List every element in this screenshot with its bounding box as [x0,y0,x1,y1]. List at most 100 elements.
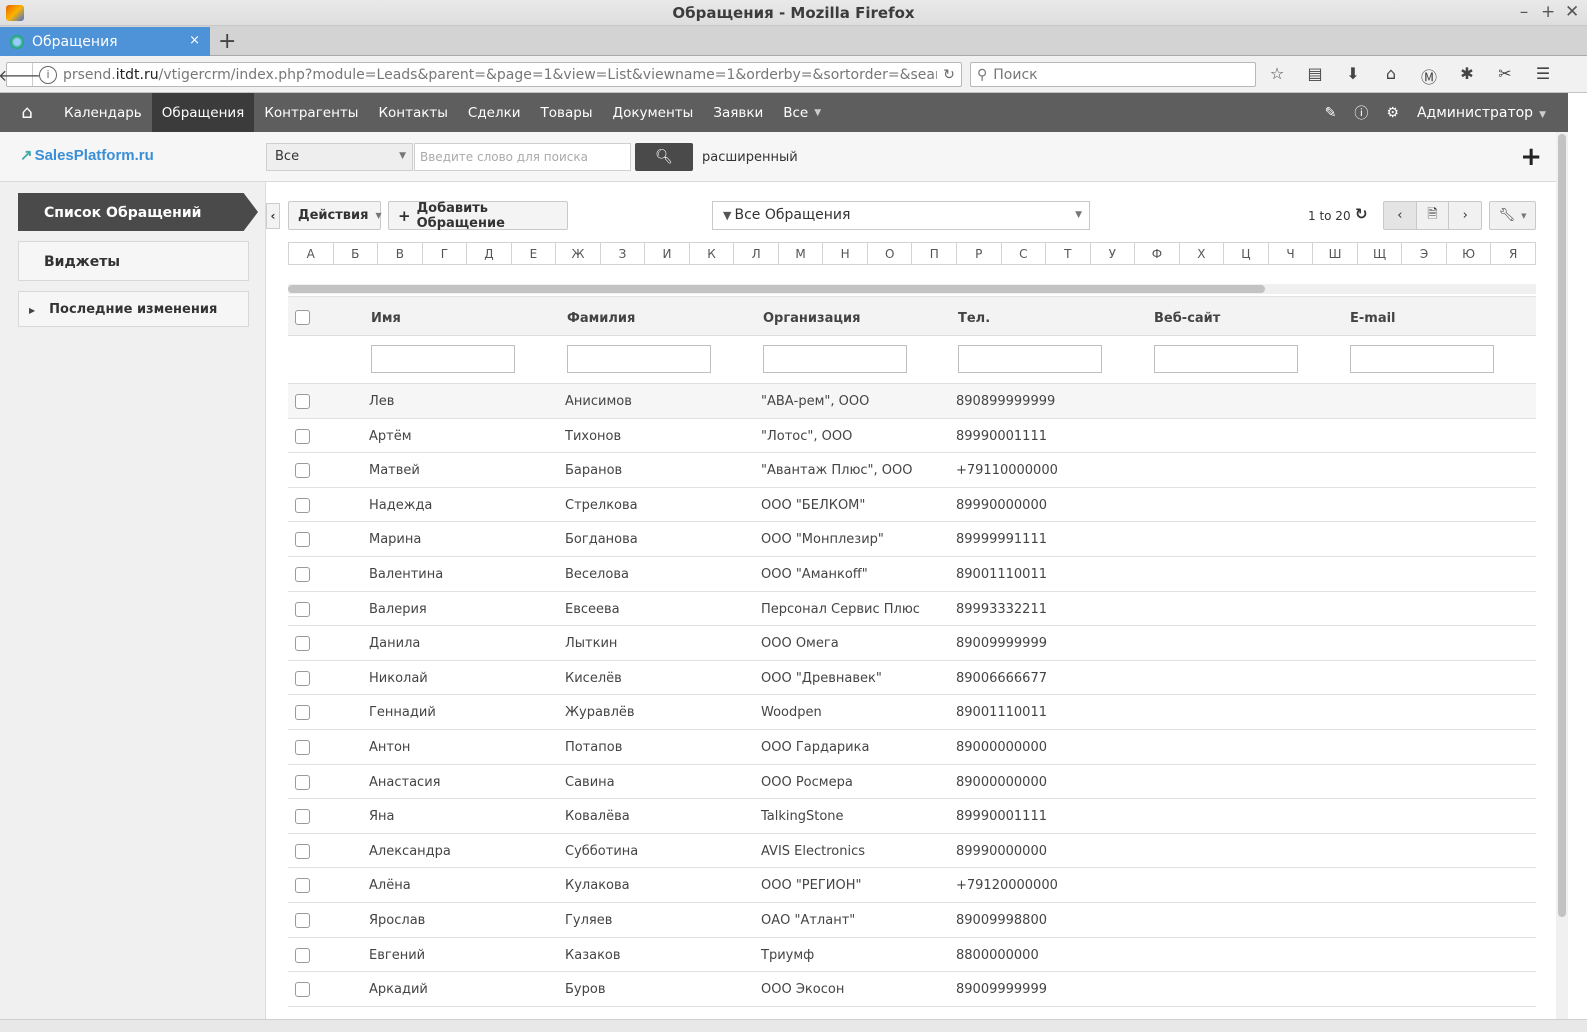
scrollbar-thumb[interactable] [288,285,1265,293]
gear-icon[interactable]: ⚙ [1386,105,1399,121]
table-row[interactable]: Марина Богданова ООО "Монплезир" 8999999111… [288,522,1536,557]
filter-first-name-input[interactable] [371,345,515,373]
alphabet-letter[interactable]: З [601,243,646,264]
row-checkbox[interactable] [295,497,310,513]
row-checkbox[interactable] [295,739,310,755]
cell-first-name[interactable]: Артём [369,429,412,444]
nav-calendar[interactable]: Календарь [54,93,152,132]
cell-first-name[interactable]: Аркадий [369,982,428,997]
hamburger-menu-icon[interactable]: ☰ [1532,64,1554,88]
cell-first-name[interactable]: Валентина [369,567,443,582]
cell-first-name[interactable]: Матвей [369,463,420,478]
cell-first-name[interactable]: Валерия [369,602,427,617]
info-icon[interactable]: i [39,65,57,84]
download-icon[interactable]: ⬇ [1342,64,1364,88]
filter-company-input[interactable] [763,345,907,373]
row-checkbox[interactable] [295,636,310,652]
info-circle-icon[interactable]: ⓘ [1354,103,1368,123]
alphabet-letter[interactable]: Е [512,243,557,264]
table-row[interactable]: Лев Анисимов "АВА-рем", ООО 890899999999 [288,384,1536,419]
table-row[interactable]: Анастасия Савина ООО Росмера 89000000000 [288,765,1536,800]
table-row[interactable]: Данила Лыткин ООО Омега 89009999999 [288,626,1536,661]
home-icon[interactable]: ⌂ [0,93,54,132]
table-row[interactable]: Артём Тихонов "Лотос", ООО 89990001111 [288,419,1536,454]
column-phone[interactable]: Тел. [958,311,990,326]
minimize-button[interactable]: – [1517,2,1531,22]
table-row[interactable]: Ярослав Гуляев ОАО "Атлант" 89009998800 [288,903,1536,938]
alphabet-letter[interactable]: О [868,243,913,264]
alphabet-letter[interactable]: Н [823,243,868,264]
nav-contacts[interactable]: Контакты [368,93,457,132]
row-checkbox[interactable] [295,428,310,444]
back-arrow-icon[interactable]: 🡐 [0,63,41,86]
alphabet-letter[interactable]: П [912,243,957,264]
cell-first-name[interactable]: Анастасия [369,775,440,790]
extension-tool-icon[interactable]: ✂ [1494,64,1516,88]
alphabet-letter[interactable]: М [779,243,824,264]
collapse-sidebar-button[interactable]: ‹ [266,203,280,229]
cell-first-name[interactable]: Геннадий [369,705,436,720]
row-checkbox[interactable] [295,394,310,409]
row-checkbox[interactable] [295,947,310,963]
scrollbar-thumb[interactable] [1558,134,1566,917]
column-company[interactable]: Организация [763,311,860,326]
cell-first-name[interactable]: Ярослав [369,913,425,928]
close-window-button[interactable]: ✕ [1565,2,1579,22]
alphabet-letter[interactable]: Я [1491,243,1535,264]
alphabet-letter[interactable]: Р [957,243,1002,264]
alphabet-letter[interactable]: Г [423,243,468,264]
cell-first-name[interactable]: Антон [369,740,410,755]
home-icon[interactable]: ⌂ [1380,64,1402,88]
row-checkbox[interactable] [295,912,310,928]
add-lead-button[interactable]: + Добавить Обращение [388,201,568,231]
filter-email-input[interactable] [1350,345,1494,373]
alphabet-letter[interactable]: Ю [1447,243,1492,264]
quick-create-plus-icon[interactable]: + [1520,142,1542,172]
filter-phone-input[interactable] [958,345,1102,373]
alphabet-letter[interactable]: Б [334,243,379,264]
reading-list-icon[interactable]: ▤ [1304,64,1326,88]
table-row[interactable]: Валентина Веселова ООО "Аманкоff" 890011100… [288,557,1536,592]
table-row[interactable]: Геннадий Журавлёв Woodpen 89001110011 [288,695,1536,730]
sidebar-item-lead-list[interactable]: Список Обращений [18,193,258,231]
alphabet-letter[interactable]: Т [1046,243,1091,264]
row-checkbox[interactable] [295,982,310,998]
table-row[interactable]: Аркадий Буров ООО Экосон 89009999999 [288,972,1536,1007]
row-checkbox[interactable] [295,809,310,825]
table-row[interactable]: Валерия Евсеева Персонал Сервис Плюс 899933… [288,592,1536,627]
table-row[interactable]: Александра Субботина AVIS Electronics 89990… [288,834,1536,869]
cell-first-name[interactable]: Лев [369,394,394,409]
alphabet-letter[interactable]: У [1091,243,1136,264]
cell-first-name[interactable]: Марина [369,532,421,547]
settings-wrench-button[interactable]: 🔧︎ ▼ [1489,201,1536,230]
maximize-button[interactable]: + [1541,2,1555,22]
prev-page-button[interactable]: ‹ [1384,202,1417,229]
filter-website-input[interactable] [1154,345,1298,373]
nav-deals[interactable]: Сделки [458,93,531,132]
browser-tab[interactable]: Обращения × [0,27,210,56]
alphabet-letter[interactable]: Ц [1224,243,1269,264]
select-all-checkbox[interactable] [295,310,310,325]
alphabet-letter[interactable]: Э [1402,243,1447,264]
table-row[interactable]: Яна Ковалёва TalkingStone 89990001111 [288,799,1536,834]
vertical-scrollbar[interactable] [1556,132,1568,1020]
sidebar-item-widgets[interactable]: Виджеты [18,241,249,281]
row-checkbox[interactable] [295,878,310,894]
new-tab-button[interactable]: + [218,29,236,54]
row-checkbox[interactable] [295,705,310,721]
cell-first-name[interactable]: Данила [369,636,420,651]
bookmark-star-icon[interactable]: ☆ [1266,64,1288,88]
table-row[interactable]: Евгений Казаков Триумф 8800000000 [288,938,1536,973]
table-row[interactable]: Надежда Стрелкова ООО "БЕЛКОМ" 89990000000 [288,488,1536,523]
nav-tickets[interactable]: Заявки [703,93,773,132]
table-row[interactable]: Алёна Кулакова ООО "РЕГИОН" +79120000000 [288,868,1536,903]
alphabet-letter[interactable]: Л [734,243,779,264]
nav-accounts[interactable]: Контрагенты [254,93,368,132]
extension-bug-icon[interactable]: ✱ [1456,64,1478,88]
refresh-count-icon[interactable]: ↻ [1355,205,1368,223]
alphabet-letter[interactable]: Д [467,243,512,264]
search-scope-select[interactable]: Все ▼ [266,143,413,171]
global-search-input[interactable]: Введите слово для поиска [414,143,631,171]
column-first-name[interactable]: Имя [371,311,401,326]
brush-icon[interactable]: ✎ [1325,105,1337,121]
